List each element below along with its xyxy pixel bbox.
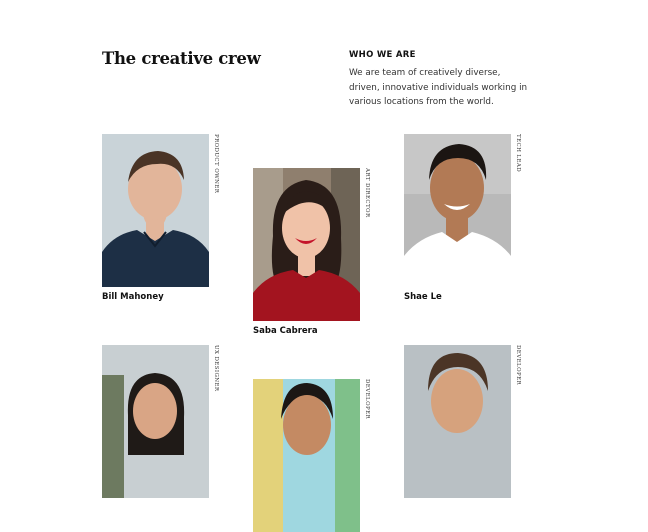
team-photo	[253, 379, 360, 532]
team-card-developer-2[interactable]: DEVELOPER	[404, 345, 521, 498]
team-name: Saba Cabrera	[253, 326, 318, 336]
team-photo	[102, 134, 209, 287]
team-photo	[404, 134, 511, 287]
team-role: TECH LEAD	[515, 134, 521, 173]
team-photo	[102, 345, 209, 498]
team-card-developer-1[interactable]: DEVELOPER	[253, 379, 370, 532]
team-card-bill-mahoney[interactable]: PRODUCT OWNER Bill Mahoney	[102, 134, 219, 302]
page-title: The creative crew	[102, 49, 261, 68]
team-role: ART DIRECTOR	[364, 168, 370, 218]
team-name: Shae Le	[404, 292, 442, 302]
team-role: PRODUCT OWNER	[213, 134, 219, 194]
team-photo	[253, 168, 360, 321]
team-role: UX DESIGNER	[213, 345, 219, 392]
section-description: We are team of creatively diverse, drive…	[349, 68, 528, 107]
team-photo	[404, 345, 511, 498]
team-role: DEVELOPER	[515, 345, 521, 386]
team-role: DEVELOPER	[364, 379, 370, 420]
team-card-shae-le[interactable]: TECH LEAD Shae Le	[404, 134, 521, 302]
team-card-ux-designer[interactable]: UX DESIGNER	[102, 345, 219, 498]
team-name: Bill Mahoney	[102, 292, 164, 302]
section-label: WHO WE ARE	[349, 50, 416, 60]
team-card-saba-cabrera[interactable]: ART DIRECTOR Saba Cabrera	[253, 168, 370, 336]
